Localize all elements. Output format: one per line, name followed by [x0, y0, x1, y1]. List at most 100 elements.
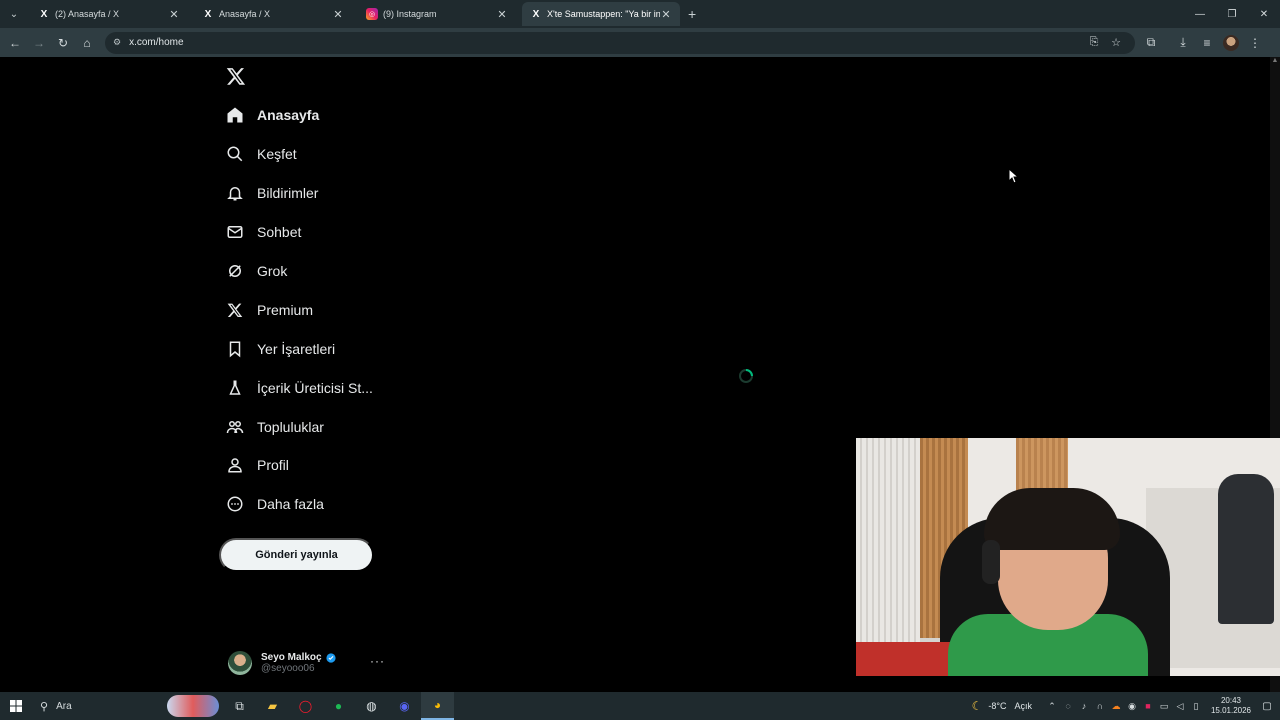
tab-strip: ⌄ X (2) Anasayfa / X ✕ X Anasayfa / X ✕ …: [0, 0, 1280, 28]
media-control-icon[interactable]: ≡: [1195, 31, 1219, 55]
record-icon[interactable]: ◉: [1124, 701, 1140, 712]
instagram-favicon-icon: ◎: [366, 8, 378, 20]
url-text[interactable]: x.com/home: [129, 37, 1083, 48]
sidebar-item-label: Premium: [257, 301, 314, 318]
mouse-cursor-icon: [1008, 168, 1018, 184]
site-info-icon[interactable]: ⚙: [113, 37, 121, 48]
sidebar-item-home[interactable]: Anasayfa: [220, 96, 390, 135]
back-icon[interactable]: ←: [3, 31, 27, 55]
search-highlight-icon[interactable]: [167, 695, 219, 717]
home-icon: [226, 106, 244, 124]
sidebar-item-explore[interactable]: Keşfet: [220, 135, 390, 174]
mail-icon: [226, 223, 244, 241]
file-explorer-icon[interactable]: ▰: [256, 692, 289, 720]
account-switcher[interactable]: Seyo Malkoç @seyooo06 ···: [228, 648, 388, 678]
sidebar-item-label: Daha fazla: [257, 496, 324, 513]
post-button[interactable]: Gönderi yayınla: [219, 538, 374, 572]
search-icon: [226, 145, 244, 163]
webcam-headset: [982, 540, 1000, 584]
network-icon[interactable]: ▭: [1156, 701, 1172, 712]
clock-date: 15.01.2026: [1210, 706, 1252, 715]
chrome-icon[interactable]: ◕: [421, 692, 454, 720]
opera-icon[interactable]: ◯: [289, 692, 322, 720]
close-icon[interactable]: ✕: [332, 8, 344, 21]
close-icon[interactable]: ✕: [660, 8, 672, 21]
sidebar-item-notifications[interactable]: Bildirimler: [220, 174, 390, 213]
loading-spinner-icon: [739, 369, 753, 383]
sidebar-item-grok[interactable]: Grok: [220, 252, 390, 291]
windows-start-icon[interactable]: [0, 700, 32, 712]
flask-icon: [226, 379, 244, 397]
clock[interactable]: 20:43 15.01.2026: [1208, 696, 1254, 716]
task-view-icon[interactable]: ⧉: [223, 692, 256, 720]
reload-icon[interactable]: ↻: [51, 31, 75, 55]
tab-3[interactable]: ◎ (9) Instagram ✕: [358, 2, 516, 26]
account-name-row: Seyo Malkoç: [261, 652, 336, 663]
tab-title: (2) Anasayfa / X: [55, 9, 120, 19]
restore-icon[interactable]: ❐: [1216, 0, 1248, 28]
weather-widget[interactable]: ☾ -8°C Açık: [972, 699, 1032, 713]
scroll-up-icon[interactable]: ▲: [1270, 57, 1280, 64]
sidebar-item-label: Anasayfa: [257, 107, 320, 124]
webcam-curtain: [856, 438, 920, 676]
tab-2[interactable]: X Anasayfa / X ✕: [194, 2, 352, 26]
sidebar-item-messages[interactable]: Sohbet: [220, 213, 390, 252]
forward-icon[interactable]: →: [27, 31, 51, 55]
window-controls: — ❐ ✕: [1184, 0, 1280, 28]
extensions-icon[interactable]: ⧉: [1139, 31, 1163, 55]
avatar: [228, 651, 252, 675]
new-tab-icon[interactable]: +: [688, 6, 696, 22]
discord-icon[interactable]: ◉: [388, 692, 421, 720]
more-circle-icon: [226, 495, 244, 513]
headset-icon[interactable]: ∩: [1092, 701, 1108, 711]
sidebar-item-label: Topluluklar: [257, 418, 324, 435]
notification-icon[interactable]: ▢: [1254, 701, 1280, 712]
sidebar-item-more[interactable]: Daha fazla: [220, 485, 390, 524]
bookmark-star-icon[interactable]: ☆: [1105, 36, 1127, 49]
close-icon[interactable]: ✕: [496, 8, 508, 21]
account-name: Seyo Malkoç: [261, 652, 322, 663]
sidebar-item-profile[interactable]: Profil: [220, 446, 390, 485]
taskbar-search-placeholder: Ara: [56, 700, 72, 712]
tray-red-app-icon[interactable]: ■: [1140, 701, 1156, 711]
sidebar-item-premium[interactable]: Premium: [220, 290, 390, 329]
webcam-coat: [1218, 474, 1274, 624]
tray-app-icon[interactable]: ◌: [1060, 701, 1076, 711]
tab-4[interactable]: X X'te Samustappen: "Ya bir insan ✕: [522, 2, 680, 26]
communities-icon: [226, 418, 244, 436]
verified-badge-icon: [326, 652, 336, 663]
taskbar: ⚲ Ara ⧉ ▰ ◯ ● ◍ ◉ ◕ ☾ -8°C Açık ⌃ ◌ ♪ ∩ …: [0, 692, 1280, 720]
system-tray: ☾ -8°C Açık ⌃ ◌ ♪ ∩ ☁ ◉ ■ ▭ ◁ ▯ 20:43 15…: [972, 692, 1280, 720]
cloud-icon[interactable]: ☁: [1108, 701, 1124, 712]
moon-icon: ☾: [971, 699, 983, 713]
taskbar-search[interactable]: ⚲ Ara: [32, 692, 167, 720]
more-options-icon[interactable]: ···: [370, 654, 385, 668]
sidebar-item-label: Yer İşaretleri: [257, 340, 336, 357]
install-app-icon[interactable]: ⎘: [1083, 36, 1105, 49]
sidebar-item-communities[interactable]: Topluluklar: [220, 407, 390, 446]
x-logo-icon[interactable]: [226, 66, 246, 86]
sidebar-item-creator-studio[interactable]: İçerik Üreticisi St...: [220, 368, 390, 407]
address-bar[interactable]: ⚙ x.com/home ⎘ ☆: [105, 31, 1135, 54]
microphone-icon[interactable]: ♪: [1076, 701, 1092, 711]
spotify-icon[interactable]: ●: [322, 692, 355, 720]
webcam-overlay: [856, 438, 1280, 676]
battery-icon[interactable]: ▯: [1188, 701, 1204, 712]
close-window-icon[interactable]: ✕: [1248, 0, 1280, 28]
browser-menu-icon[interactable]: ⋮: [1243, 31, 1267, 55]
home-browser-icon[interactable]: ⌂: [75, 31, 99, 55]
x-favicon-icon: X: [40, 8, 48, 20]
close-icon[interactable]: ✕: [168, 8, 180, 21]
toolbar-actions: ⧉ ⤓ ≡ ⋮: [1139, 31, 1267, 55]
speaker-icon[interactable]: ◁: [1172, 701, 1188, 712]
minimize-icon[interactable]: —: [1184, 0, 1216, 28]
profile-avatar[interactable]: [1219, 31, 1243, 55]
chevron-up-icon[interactable]: ⌃: [1044, 701, 1060, 712]
downloads-icon[interactable]: ⤓: [1171, 31, 1195, 55]
obs-icon[interactable]: ◍: [355, 692, 388, 720]
tab-1[interactable]: X (2) Anasayfa / X ✕: [30, 2, 188, 26]
sidebar-item-bookmarks[interactable]: Yer İşaretleri: [220, 329, 390, 368]
sidebar-item-label: Bildirimler: [257, 185, 319, 202]
tab-search-button[interactable]: ⌄: [4, 4, 24, 24]
sidebar-item-label: Sohbet: [257, 224, 302, 241]
